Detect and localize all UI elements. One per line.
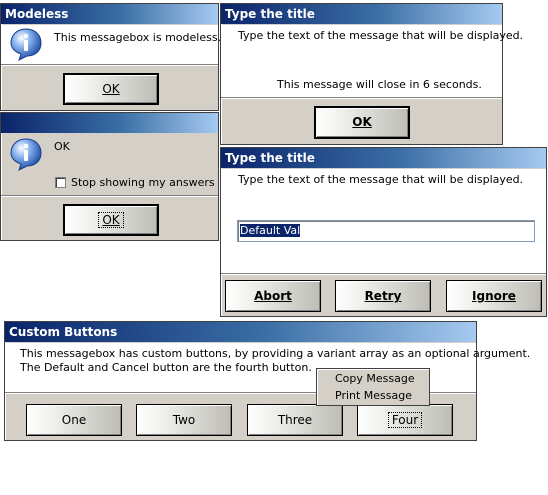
four-button-label: Four [387, 412, 423, 428]
print-message-menu-item[interactable]: Print Message [335, 389, 412, 402]
modeless-separator [1, 64, 218, 66]
input-message: Type the text of the message that will b… [238, 173, 524, 186]
retry-button[interactable]: Retry [335, 280, 431, 312]
ok-button[interactable]: OK [63, 73, 159, 105]
copy-message-menu-item[interactable]: Copy Message [335, 372, 415, 385]
one-button[interactable]: One [26, 404, 122, 436]
two-button-label: Two [172, 413, 196, 427]
answers-titlebar[interactable] [1, 113, 218, 133]
timed-separator [221, 97, 502, 99]
four-button[interactable]: Four [357, 404, 453, 436]
input-dialog: Type the title Type the text of the mess… [220, 147, 547, 317]
three-button[interactable]: Three [247, 404, 343, 436]
answers-separator [1, 195, 218, 197]
answers-message: OK [54, 140, 70, 153]
ok-button-label: OK [352, 115, 372, 129]
input-separator [221, 273, 546, 275]
custom-message-line1: This messagebox has custom buttons, by p… [20, 347, 531, 360]
abort-button[interactable]: Abort [225, 280, 321, 312]
modeless-message: This messagebox is modeless. [54, 31, 222, 44]
timed-titlebar[interactable]: Type the title [221, 4, 502, 24]
answers-dialog: OK Stop showing my answers OK [0, 112, 219, 241]
input-value: Default Val [240, 224, 301, 237]
ignore-button[interactable]: Ignore [446, 280, 542, 312]
stop-showing-checkbox[interactable] [55, 177, 66, 188]
one-button-label: One [61, 413, 87, 427]
ok-button-label: OK [102, 82, 120, 96]
modeless-dialog: Modeless This messagebox is modeless. OK [0, 3, 222, 111]
modeless-message-area: This messagebox is modeless. [1, 25, 222, 64]
retry-button-label: Retry [364, 289, 402, 303]
context-menu: Copy Message Print Message [316, 368, 430, 406]
default-value-input[interactable]: Default Val [237, 220, 535, 242]
stop-showing-label[interactable]: Stop showing my answers [71, 176, 215, 189]
timed-dialog: Type the title Type the text of the mess… [220, 3, 523, 145]
two-button[interactable]: Two [136, 404, 232, 436]
abort-button-label: Abort [254, 289, 292, 303]
timed-title: Type the title [225, 7, 315, 21]
ignore-button-label: Ignore [472, 289, 516, 303]
input-titlebar[interactable]: Type the title [221, 148, 546, 168]
countdown-text: This message will close in 6 seconds. [277, 78, 482, 91]
custom-title: Custom Buttons [9, 325, 118, 339]
timed-message: Type the text of the message that will b… [238, 29, 524, 42]
three-button-label: Three [277, 413, 313, 427]
modeless-titlebar[interactable]: Modeless [1, 4, 218, 24]
ok-button[interactable]: OK [63, 204, 159, 236]
information-icon [10, 28, 42, 61]
information-icon [10, 138, 42, 171]
input-title: Type the title [225, 151, 315, 165]
custom-titlebar[interactable]: Custom Buttons [5, 322, 476, 342]
custom-message-line2: The Default and Cancel button are the fo… [20, 361, 312, 374]
ok-button[interactable]: OK [314, 106, 410, 139]
modeless-title: Modeless [5, 7, 69, 21]
input-message-area: Type the text of the message that will b… [221, 169, 546, 273]
timed-message-area: Type the text of the message that will b… [221, 25, 523, 97]
ok-button-label: OK [98, 212, 124, 228]
